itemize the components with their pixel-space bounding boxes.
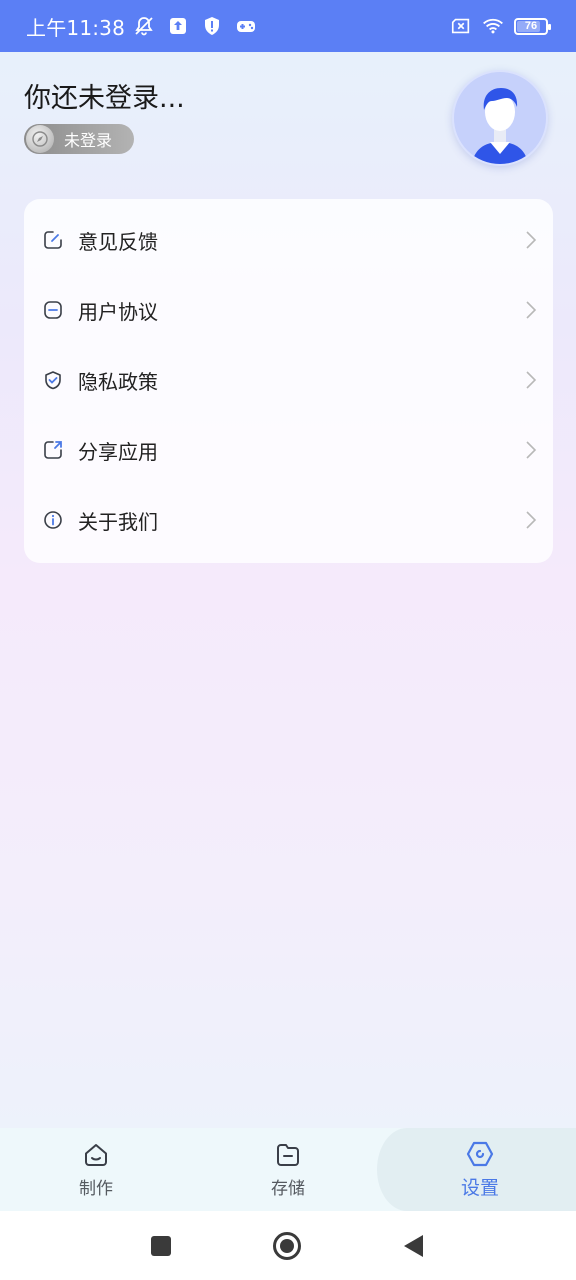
menu-item-label: 隐私政策 (78, 369, 158, 394)
tab-storage[interactable]: 存储 (192, 1128, 384, 1211)
menu-item-share-app[interactable]: 分享应用 (24, 415, 553, 485)
chevron-right-icon (526, 301, 537, 319)
info-icon (42, 509, 64, 531)
home-button[interactable] (272, 1231, 302, 1261)
status-system-icons: 76 (450, 15, 551, 37)
login-status-label: 未登录 (64, 131, 113, 150)
tab-make[interactable]: 制作 (0, 1128, 192, 1211)
agreement-icon (42, 299, 64, 321)
status-bar: 上午11:38 76 (0, 0, 576, 52)
chevron-right-icon (526, 511, 537, 529)
menu-item-label: 关于我们 (78, 509, 158, 534)
menu-item-about-us[interactable]: 关于我们 (24, 485, 553, 555)
circle-icon (273, 1232, 301, 1260)
menu-item-user-agreement[interactable]: 用户协议 (24, 275, 553, 345)
tab-settings[interactable]: 设置 (384, 1128, 576, 1211)
menu-item-label: 用户协议 (78, 299, 158, 324)
settings-icon (465, 1139, 495, 1169)
feedback-edit-icon (42, 229, 64, 251)
battery-icon: 76 (514, 17, 551, 35)
tab-label: 制作 (79, 1179, 113, 1199)
status-time: 上午11:38 (26, 15, 126, 40)
compass-icon (26, 125, 54, 153)
tab-label: 设置 (460, 1177, 499, 1199)
chevron-right-icon (526, 231, 537, 249)
home-icon (81, 1140, 111, 1170)
share-icon (42, 439, 64, 461)
chevron-right-icon (526, 441, 537, 459)
status-notification-icons (133, 15, 257, 37)
menu-item-label: 分享应用 (78, 439, 158, 464)
shield-alert-icon (201, 15, 223, 37)
privacy-shield-icon (42, 369, 64, 391)
tab-label: 存储 (271, 1179, 305, 1199)
bottom-tab-bar: 制作 存储 设置 (0, 1128, 576, 1211)
bell-off-icon (133, 15, 155, 37)
login-prompt-title[interactable]: 你还未登录... (24, 76, 185, 115)
back-button[interactable] (398, 1231, 428, 1261)
user-avatar-icon (454, 72, 546, 164)
profile-header: 你还未登录... 未登录 (0, 52, 576, 192)
folder-icon (273, 1140, 303, 1170)
wifi-icon (482, 15, 504, 37)
upload-icon (167, 15, 189, 37)
recents-button[interactable] (146, 1231, 176, 1261)
triangle-back-icon (404, 1235, 423, 1257)
menu-item-feedback[interactable]: 意见反馈 (24, 205, 553, 275)
sim-off-icon (450, 15, 472, 37)
system-navigation-bar (0, 1211, 576, 1280)
battery-level: 76 (524, 20, 538, 32)
settings-menu-card: 意见反馈 用户协议 隐私政策 分享应用 关于我们 (24, 199, 553, 563)
menu-item-label: 意见反馈 (78, 229, 158, 254)
avatar[interactable] (452, 70, 548, 166)
menu-item-privacy-policy[interactable]: 隐私政策 (24, 345, 553, 415)
chevron-right-icon (526, 371, 537, 389)
gamepad-icon (235, 15, 257, 37)
login-status-badge[interactable]: 未登录 (24, 124, 134, 154)
square-icon (151, 1236, 171, 1256)
